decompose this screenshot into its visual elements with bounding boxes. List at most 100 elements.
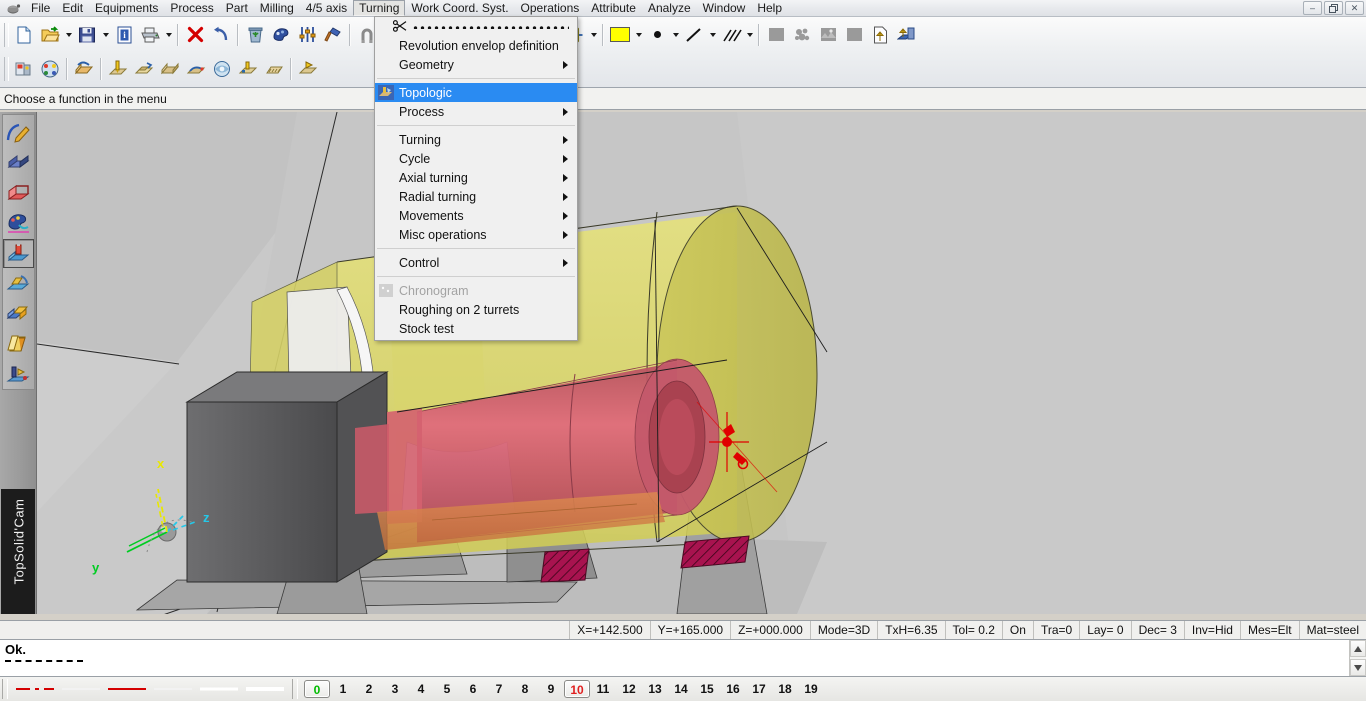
line-dropdown-caret[interactable]: [707, 22, 718, 48]
layer-button-18[interactable]: 18: [772, 680, 798, 698]
face-op-icon[interactable]: [157, 56, 183, 82]
menu-item-stock-test[interactable]: Stock test: [375, 319, 577, 338]
scroll-down-icon[interactable]: [1350, 659, 1366, 676]
menu-item-radial-turning[interactable]: Radial turning: [375, 187, 577, 206]
undo-icon[interactable]: [208, 22, 234, 48]
menu-item-misc-operations[interactable]: Misc operations: [375, 225, 577, 244]
line-style-solid-red[interactable]: [104, 679, 150, 699]
layer-button-14[interactable]: 14: [668, 680, 694, 698]
stock-icon[interactable]: [71, 56, 97, 82]
layer-button-3[interactable]: 3: [382, 680, 408, 698]
save-dropdown-caret[interactable]: [100, 22, 111, 48]
menubar-item-help[interactable]: Help: [751, 0, 788, 16]
color-dropdown-caret[interactable]: [633, 22, 644, 48]
menubar-item-edit[interactable]: Edit: [56, 0, 89, 16]
layer-button-6[interactable]: 6: [460, 680, 486, 698]
menubar-item-attribute[interactable]: Attribute: [585, 0, 642, 16]
open-dropdown-caret[interactable]: [63, 22, 74, 48]
hammer-icon[interactable]: [320, 22, 346, 48]
surface-op-icon[interactable]: [209, 56, 235, 82]
layer-button-7[interactable]: 7: [486, 680, 512, 698]
print-icon[interactable]: [137, 22, 163, 48]
line-style-medium-white[interactable]: [196, 679, 242, 699]
shade-solid-icon[interactable]: [763, 22, 789, 48]
recycle-bin-icon[interactable]: [242, 22, 268, 48]
menubar-item-operations[interactable]: Operations: [515, 0, 586, 16]
menubar-item-file[interactable]: File: [25, 0, 56, 16]
export-document-icon[interactable]: [867, 22, 893, 48]
document-info-icon[interactable]: i: [111, 22, 137, 48]
menu-item-roughing-on-2-turrets[interactable]: Roughing on 2 turrets: [375, 300, 577, 319]
toolbar-grip[interactable]: [4, 22, 9, 47]
contour-op-icon[interactable]: [183, 56, 209, 82]
open-document-icon[interactable]: [37, 22, 63, 48]
menu-item-topologic[interactable]: Topologic: [375, 83, 577, 102]
shade-textured-icon[interactable]: [789, 22, 815, 48]
machine-setup-icon[interactable]: [11, 56, 37, 82]
tool-palette-icon[interactable]: [37, 56, 63, 82]
menu-item-turning[interactable]: Turning: [375, 130, 577, 149]
menu-tearoff[interactable]: [375, 19, 577, 36]
layer-button-5[interactable]: 5: [434, 680, 460, 698]
layer-button-8[interactable]: 8: [512, 680, 538, 698]
turning-dropdown-menu[interactable]: Revolution envelop definition Geometry Top…: [374, 16, 578, 341]
menubar-item-process[interactable]: Process: [164, 0, 219, 16]
new-document-icon[interactable]: [11, 22, 37, 48]
menubar-item-work-coord-syst[interactable]: Work Coord. Syst.: [405, 0, 514, 16]
menubar-item-window[interactable]: Window: [697, 0, 752, 16]
pocket-op-icon[interactable]: [131, 56, 157, 82]
attribute-palette-icon[interactable]: [3, 209, 34, 238]
message-scrollbar[interactable]: [1349, 640, 1366, 676]
toolbar-grip[interactable]: [4, 56, 9, 81]
sheetmetal-icon[interactable]: [3, 179, 34, 208]
print-dropdown-caret[interactable]: [163, 22, 174, 48]
layer-button-15[interactable]: 15: [694, 680, 720, 698]
layerbar-grip[interactable]: [292, 679, 298, 699]
3d-viewport[interactable]: x y z: [37, 112, 1366, 614]
restore-button[interactable]: [1324, 1, 1343, 15]
parameters-icon[interactable]: [294, 22, 320, 48]
groove-op-icon[interactable]: [235, 56, 261, 82]
layer-button-4[interactable]: 4: [408, 680, 434, 698]
hatch-style-icon[interactable]: [718, 22, 744, 48]
simulation-icon[interactable]: [3, 359, 34, 388]
menubar-item-equipments[interactable]: Equipments: [89, 0, 164, 16]
layer-button-0[interactable]: 0: [304, 680, 330, 698]
menubar-item-part[interactable]: Part: [220, 0, 254, 16]
point-dropdown-caret[interactable]: [670, 22, 681, 48]
thread-op-icon[interactable]: [261, 56, 287, 82]
simulate-icon[interactable]: [295, 56, 321, 82]
assembly-icon[interactable]: [3, 299, 34, 328]
menu-item-movements[interactable]: Movements: [375, 206, 577, 225]
menu-item-axial-turning[interactable]: Axial turning: [375, 168, 577, 187]
menu-item-cycle[interactable]: Cycle: [375, 149, 577, 168]
layer-button-10[interactable]: 10: [564, 680, 590, 698]
solid-icon[interactable]: [3, 149, 34, 178]
close-button[interactable]: ✕: [1345, 1, 1364, 15]
menu-item-control[interactable]: Control: [375, 253, 577, 272]
shade-flat-icon[interactable]: [841, 22, 867, 48]
scroll-up-icon[interactable]: [1350, 640, 1366, 657]
line-style-thin-white[interactable]: [150, 679, 196, 699]
cylinder-dropdown-caret[interactable]: [588, 22, 599, 48]
layer-button-2[interactable]: 2: [356, 680, 382, 698]
menubar-item-4-5-axis[interactable]: 4/5 axis: [300, 0, 353, 16]
layer-button-19[interactable]: 19: [798, 680, 824, 698]
layer-button-9[interactable]: 9: [538, 680, 564, 698]
sketch-icon[interactable]: [3, 119, 34, 148]
machining-icon[interactable]: [3, 239, 34, 268]
tooling-icon[interactable]: [3, 269, 34, 298]
shade-mixed-icon[interactable]: [815, 22, 841, 48]
menubar-item-analyze[interactable]: Analyze: [642, 0, 697, 16]
line-style-icon[interactable]: [681, 22, 707, 48]
paint-icon[interactable]: [268, 22, 294, 48]
line-style-dash-dot-red[interactable]: [12, 679, 58, 699]
layer-button-1[interactable]: 1: [330, 680, 356, 698]
color-swatch[interactable]: [607, 22, 633, 48]
menubar-item-milling[interactable]: Milling: [254, 0, 300, 16]
delete-icon[interactable]: [182, 22, 208, 48]
layer-button-16[interactable]: 16: [720, 680, 746, 698]
point-style-icon[interactable]: [644, 22, 670, 48]
linestyle-grip[interactable]: [2, 679, 8, 699]
menu-item-revolution-envelop-definition[interactable]: Revolution envelop definition: [375, 36, 577, 55]
